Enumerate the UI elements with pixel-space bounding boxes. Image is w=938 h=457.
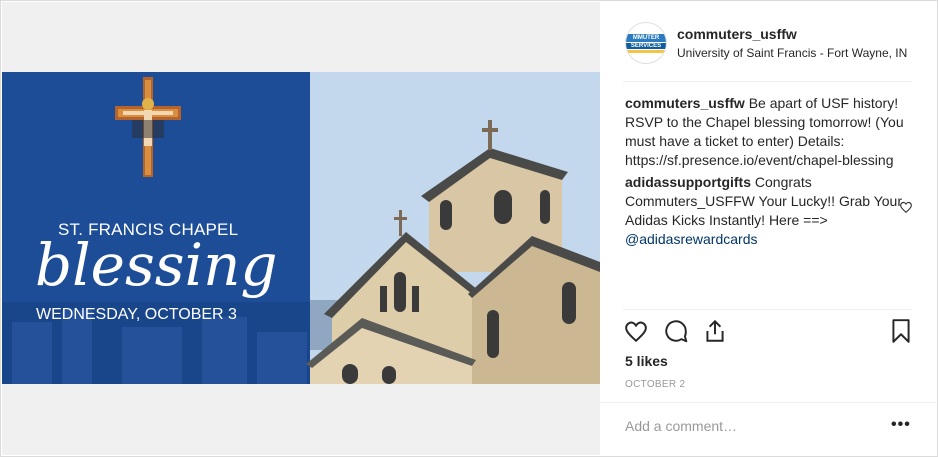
post-header: MMUTER SERVICES commuters_usffw Universi… [601,2,936,81]
image-event-date: WEDNESDAY, OCTOBER 3 [36,306,237,323]
post-image[interactable]: ST. FRANCIS CHAPEL blessing WEDNESDAY, O… [2,72,600,384]
comment-author[interactable]: adidassupportgifts [625,174,751,190]
divider [623,309,912,310]
caption: commuters_usffw Be apart of USF history!… [625,94,913,170]
post-date[interactable]: OCTOBER 2 [625,379,685,390]
avatar-text-top: MMUTER [632,35,660,41]
heart-icon[interactable] [623,318,649,344]
comments-list: commuters_usffw Be apart of USF history!… [625,94,913,252]
bookmark-icon[interactable] [888,318,914,344]
avatar-text-bottom: SERVICES [630,43,662,49]
post-media: ST. FRANCIS CHAPEL blessing WEDNESDAY, O… [2,2,600,455]
post-frame: ST. FRANCIS CHAPEL blessing WEDNESDAY, O… [0,0,938,457]
comment-like-heart-icon[interactable] [899,200,913,214]
comment-icon[interactable] [663,318,689,344]
add-comment-input[interactable]: Add a comment… [625,418,737,434]
comment-item: adidassupportgifts Congrats Commuters_US… [625,173,913,249]
likes-count[interactable]: 5 likes [625,353,668,369]
more-icon[interactable]: ••• [891,416,911,434]
comment-mention[interactable]: @adidasrewardcards [625,231,758,247]
caption-author[interactable]: commuters_usffw [625,95,745,111]
avatar-band [626,50,666,53]
avatar[interactable]: MMUTER SERVICES [625,22,667,64]
post-location[interactable]: University of Saint Francis - Fort Wayne… [677,46,907,60]
image-title-script: blessing [35,231,278,299]
share-icon[interactable] [702,318,728,344]
post-username[interactable]: commuters_usffw [677,26,797,42]
divider [623,81,912,82]
post-side-panel: MMUTER SERVICES commuters_usffw Universi… [601,2,936,455]
divider [601,402,936,403]
